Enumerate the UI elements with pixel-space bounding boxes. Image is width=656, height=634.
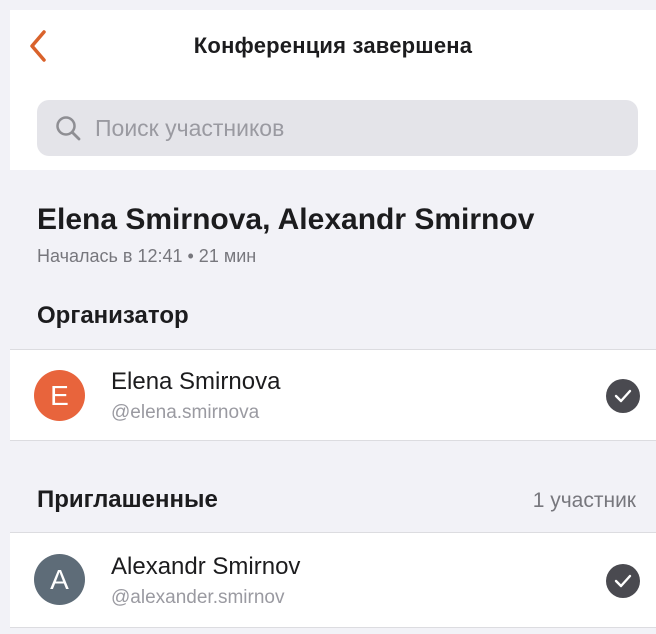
avatar-initial: A [50,563,69,595]
search-bar [10,82,656,170]
conference-screen: Конференция завершена Elena Smirnova, Al… [10,10,656,634]
avatar-initial: E [50,379,69,411]
avatar: E [34,370,85,421]
avatar: A [34,554,85,605]
check-circle-icon [606,564,640,598]
search-icon [55,114,83,142]
nav-bar: Конференция завершена [10,10,656,83]
participant-handle: @elena.smirnova [111,402,260,423]
section-title-invited: Приглашенные [37,486,218,513]
check-circle-icon [606,379,640,413]
participant-row-organizer[interactable]: E Elena Smirnova @elena.smirnova [10,349,656,441]
participant-row-invited[interactable]: A Alexandr Smirnov @alexander.smirnov [10,532,656,628]
invited-count: 1 участник [532,489,636,512]
participant-name: Alexandr Smirnov [111,553,301,580]
conference-title: Elena Smirnova, Alexandr Smirnov [37,203,535,236]
page-title: Конференция завершена [193,33,473,58]
search-field[interactable] [37,100,638,156]
participant-name: Elena Smirnova [111,368,281,395]
conference-subtitle: Началась в 12:41 • 21 мин [37,246,257,266]
participant-handle: @alexander.smirnov [111,587,285,608]
conference-info: Elena Smirnova, Alexandr Smirnov Началас… [37,200,636,267]
search-input[interactable] [93,113,557,143]
section-title-organizer: Организатор [37,302,189,329]
